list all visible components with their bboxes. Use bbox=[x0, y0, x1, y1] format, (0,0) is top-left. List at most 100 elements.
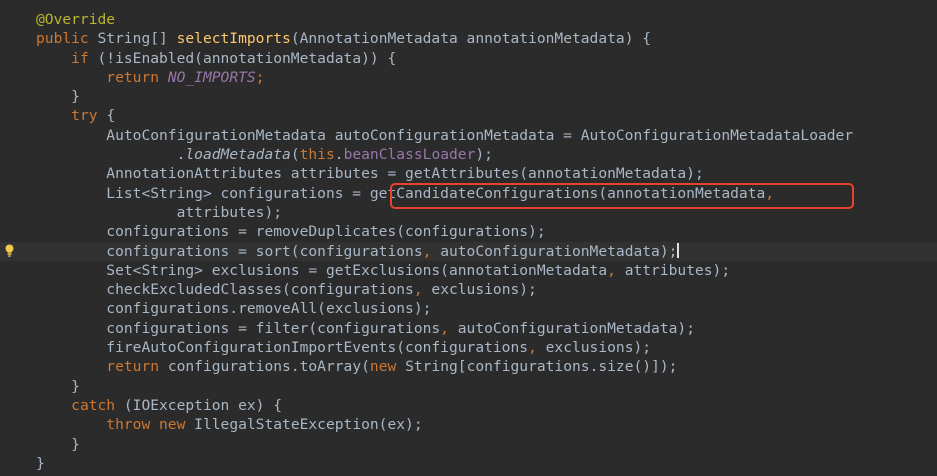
code-line[interactable]: configurations = sort(configurations, au… bbox=[0, 241, 937, 261]
code-text: } bbox=[36, 435, 80, 454]
code-token: @Override bbox=[36, 11, 116, 28]
code-token: { bbox=[106, 107, 116, 125]
code-line[interactable]: AutoConfigurationMetadata autoConfigurat… bbox=[0, 126, 937, 145]
code-token: this bbox=[299, 146, 335, 164]
code-token: autoConfigurationMetadata); bbox=[440, 242, 678, 260]
code-token: (AnnotationMetadata annotationMetadata) … bbox=[290, 30, 652, 48]
code-text: fireAutoConfigurationImportEvents(config… bbox=[36, 338, 651, 357]
code-token: autoConfigurationMetadata); bbox=[457, 319, 695, 337]
code-text: configurations.removeAll(exclusions); bbox=[36, 299, 431, 318]
code-text: return NO_IMPORTS; bbox=[36, 68, 264, 87]
code-line[interactable]: configurations = removeDuplicates(config… bbox=[0, 222, 937, 241]
code-line[interactable]: } bbox=[0, 377, 937, 396]
code-line[interactable]: return configurations.toArray(new String… bbox=[0, 357, 937, 376]
code-line[interactable]: fireAutoConfigurationImportEvents(config… bbox=[0, 338, 937, 357]
code-token: IllegalStateException(ex); bbox=[194, 416, 423, 434]
code-token: beanClassLoader bbox=[343, 146, 476, 164]
code-token: configurations.removeAll(exclusions); bbox=[106, 300, 432, 318]
code-token: ; bbox=[255, 68, 265, 86]
code-token: loadMetadata bbox=[185, 146, 291, 164]
code-token: catch bbox=[71, 396, 124, 414]
code-text: configurations = filter(configurations, … bbox=[36, 319, 695, 338]
code-text: AnnotationAttributes attributes = getAtt… bbox=[36, 164, 704, 183]
code-token: return bbox=[106, 358, 168, 376]
code-text: attributes); bbox=[36, 203, 282, 222]
code-token: AnnotationAttributes attributes = getAtt… bbox=[106, 165, 704, 183]
code-line[interactable]: @Override bbox=[0, 10, 937, 29]
code-line[interactable]: throw new IllegalStateException(ex); bbox=[0, 415, 937, 434]
code-token: fireAutoConfigurationImportEvents(config… bbox=[106, 339, 529, 357]
code-text: @Override bbox=[36, 10, 115, 29]
code-token: ); bbox=[475, 146, 493, 164]
code-text: } bbox=[36, 454, 45, 473]
code-token: configurations = filter(configurations bbox=[106, 319, 441, 337]
code-editor[interactable]: @Override public String[] selectImports(A… bbox=[0, 0, 937, 476]
code-text: } bbox=[36, 377, 80, 396]
code-line[interactable]: } bbox=[0, 454, 937, 473]
code-line[interactable]: if (!isEnabled(annotationMetadata)) { bbox=[0, 49, 937, 68]
code-token: public bbox=[36, 30, 98, 48]
code-line[interactable]: configurations.removeAll(exclusions); bbox=[0, 299, 937, 318]
code-text: catch (IOException ex) { bbox=[36, 396, 282, 415]
code-token: } bbox=[36, 454, 45, 472]
code-token: } bbox=[71, 88, 80, 106]
code-line[interactable]: Set<String> exclusions = getExclusions(a… bbox=[0, 261, 937, 280]
code-token: (!isEnabled(annotationMetadata)) { bbox=[97, 49, 397, 67]
code-token: new bbox=[369, 358, 406, 376]
code-lines: @Override public String[] selectImports(A… bbox=[0, 10, 937, 473]
code-text: checkExcludedClasses(configurations, exc… bbox=[36, 280, 537, 299]
highlight-box-annotation bbox=[390, 183, 854, 209]
code-line[interactable]: try { bbox=[0, 106, 937, 125]
code-token: configurations = removeDuplicates(config… bbox=[106, 223, 546, 241]
code-line[interactable]: checkExcludedClasses(configurations, exc… bbox=[0, 280, 937, 299]
code-token: Set<String> exclusions = getExclusions(a… bbox=[106, 261, 608, 279]
code-token: attributes); bbox=[624, 261, 731, 279]
code-token: } bbox=[71, 435, 80, 453]
code-token: , bbox=[440, 319, 458, 337]
code-text: if (!isEnabled(annotationMetadata)) { bbox=[36, 49, 396, 68]
code-line[interactable]: AnnotationAttributes attributes = getAtt… bbox=[0, 164, 937, 183]
code-token: return bbox=[106, 68, 168, 86]
code-token: exclusions); bbox=[431, 281, 537, 299]
code-line[interactable]: } bbox=[0, 87, 937, 106]
code-token: checkExcludedClasses(configurations bbox=[106, 281, 414, 299]
code-token: (IOException ex) { bbox=[123, 396, 283, 414]
code-token: configurations.toArray( bbox=[167, 358, 370, 376]
text-caret bbox=[677, 242, 680, 258]
code-token: , bbox=[528, 339, 546, 357]
code-line[interactable]: configurations = filter(configurations, … bbox=[0, 319, 937, 338]
code-line[interactable]: catch (IOException ex) { bbox=[0, 396, 937, 415]
code-text: throw new IllegalStateException(ex); bbox=[36, 415, 423, 434]
code-token: throw new bbox=[106, 416, 195, 434]
code-token: , bbox=[413, 281, 432, 299]
code-token: String[] bbox=[97, 30, 177, 48]
code-line[interactable]: } bbox=[0, 435, 937, 454]
code-token: . bbox=[334, 146, 344, 164]
code-token: AutoConfigurationMetadata autoConfigurat… bbox=[106, 126, 854, 144]
code-token: exclusions); bbox=[545, 339, 652, 357]
code-token: , bbox=[607, 261, 625, 279]
code-text: return configurations.toArray(new String… bbox=[36, 357, 677, 376]
code-token: NO_IMPORTS bbox=[167, 68, 256, 86]
code-line[interactable]: return NO_IMPORTS; bbox=[0, 68, 937, 87]
lightbulb-icon[interactable] bbox=[5, 244, 14, 258]
code-line[interactable]: public String[] selectImports(Annotation… bbox=[0, 29, 937, 48]
code-text: configurations = sort(configurations, au… bbox=[36, 242, 680, 261]
code-line[interactable]: .loadMetadata(this.beanClassLoader); bbox=[0, 145, 937, 164]
code-text: .loadMetadata(this.beanClassLoader); bbox=[36, 145, 493, 164]
code-text: AutoConfigurationMetadata autoConfigurat… bbox=[36, 126, 853, 145]
code-text: public String[] selectImports(Annotation… bbox=[36, 29, 651, 48]
